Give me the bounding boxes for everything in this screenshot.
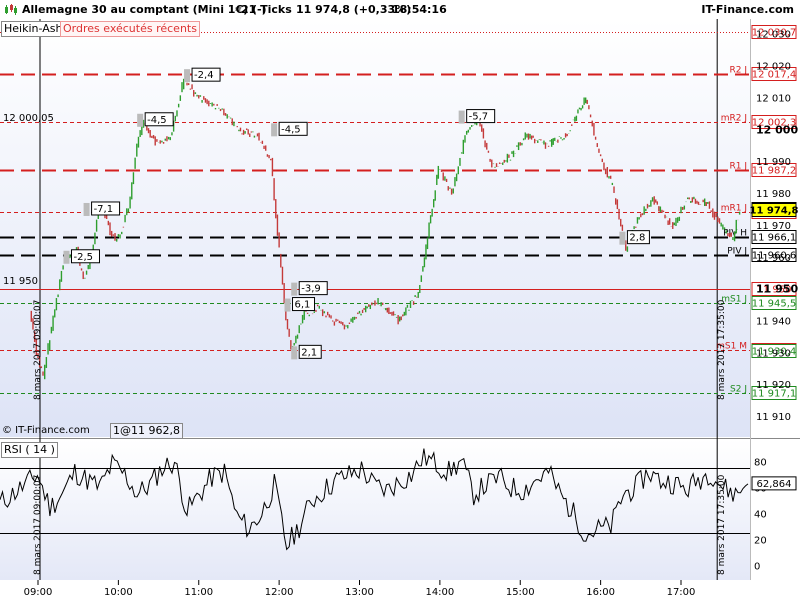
trade-annotation: -2,5 — [63, 249, 100, 264]
level-label-12000: 12 000,05 — [3, 113, 54, 124]
level-price-value: 11 945,5 — [752, 299, 797, 310]
y-tick-label: 11 970 — [756, 221, 791, 232]
level-price-tag: 11 945,5 — [751, 296, 797, 310]
cursor-readout: 1@11 962,8 — [110, 423, 183, 439]
rsi-panel-bg — [0, 440, 750, 580]
y-tick-label: 11 990 — [756, 157, 791, 168]
annotation-text: -2,5 — [73, 252, 93, 263]
annotation-text: -4,5 — [147, 115, 167, 126]
level-name: S2 J — [730, 385, 747, 395]
trading-chart: Allemagne 30 au comptant (Mini 1€) (-) 2… — [0, 0, 800, 600]
annotation-marker — [83, 202, 90, 216]
annotation-text: -5,7 — [469, 112, 489, 123]
annotation-marker — [271, 123, 278, 137]
annotation-marker — [458, 110, 465, 124]
y-tick-label: 12 030 — [756, 30, 791, 41]
vertical-date-label: 8 mars 2017 09:00:07 — [33, 300, 43, 400]
chart-canvas: R2 JmR2 JR1 JmR1 JPIV HPIV JmS1 JmS1 MS2… — [0, 19, 800, 598]
y-tick-label: 11 960 — [756, 253, 791, 264]
level-label-11950: 11 950 — [3, 276, 38, 287]
level-price-tag: 11 966,1 — [751, 230, 797, 244]
y-tick-label: 11 950 — [756, 283, 798, 296]
recent-orders-label[interactable]: Ordres exécutés récents — [60, 21, 200, 37]
rsi-tick-label: 0 — [754, 562, 760, 573]
level-name: mR2 J — [721, 114, 747, 124]
y-tick-label: 12 000 — [756, 123, 798, 136]
y-tick-label: 11 920 — [756, 380, 791, 391]
y-tick-label: 12 020 — [756, 62, 791, 73]
annotation-marker — [619, 231, 626, 245]
trade-annotation: -7,1 — [83, 201, 121, 216]
level-name: R2 J — [730, 66, 748, 76]
level-price-value: 11 966,1 — [752, 233, 797, 244]
annotation-text: -2,4 — [194, 70, 214, 81]
annotation-text: -7,1 — [94, 204, 114, 215]
price-axis: 12 017,412 002,311 987,211 973,911 966,1… — [749, 25, 799, 423]
rsi-tick-label: 40 — [754, 510, 767, 521]
annotation-text: -4,5 — [281, 124, 301, 135]
y-tick-label: 12 010 — [756, 93, 791, 104]
vertical-date-label: 8 mars 2017 17:35:00 — [717, 299, 727, 400]
annotation-marker — [291, 282, 298, 296]
trade-annotation: 6,1 — [284, 297, 316, 312]
price-panel-bg — [0, 19, 750, 437]
x-tick-label: 10:00 — [104, 587, 133, 598]
rsi-current-value: 62,864 — [757, 479, 792, 490]
current-price-tag: 11 974,8 — [749, 203, 799, 217]
rsi-label[interactable]: RSI ( 14 ) — [1, 442, 58, 458]
vertical-date-label: 8 mars 2017 09:00:07 — [33, 475, 43, 575]
y-tick-label: 11 980 — [756, 189, 791, 200]
trade-annotation: -4,5 — [271, 121, 308, 137]
x-tick-label: 12:00 — [265, 587, 294, 598]
y-tick-label: 11 940 — [756, 316, 791, 327]
trade-annotation: -4,5 — [137, 112, 174, 127]
annotation-marker — [63, 250, 70, 264]
y-tick-label: 11 930 — [756, 348, 791, 359]
annotation-text: 2,8 — [629, 233, 645, 244]
y-tick-label: 11 910 — [756, 412, 791, 423]
x-tick-label: 15:00 — [506, 587, 535, 598]
annotation-marker — [291, 346, 298, 360]
level-name: mR1 J — [721, 204, 747, 214]
trade-annotation: -5,7 — [458, 109, 496, 124]
rsi-tick-label: 20 — [754, 536, 767, 547]
rsi-axis: 02040608062,864 — [751, 458, 797, 573]
annotation-marker — [184, 69, 191, 83]
x-tick-label: 16:00 — [586, 587, 615, 598]
level-name: PIV J — [727, 247, 747, 257]
annotation-text: 6,1 — [295, 300, 311, 311]
copyright-label: © IT-Finance.com — [2, 425, 90, 436]
annotation-text: -3,9 — [301, 284, 321, 295]
trade-annotation: -3,9 — [291, 281, 328, 296]
trade-annotation: 2,8 — [619, 230, 650, 245]
x-tick-label: 11:00 — [184, 587, 213, 598]
level-name: R1 J — [730, 162, 748, 172]
annotation-marker — [137, 113, 144, 127]
vertical-date-label: 8 mars 2017 17:35:00 — [717, 474, 727, 575]
current-price-value: 11 974,8 — [749, 206, 798, 217]
trade-annotation: 2,1 — [291, 344, 322, 360]
x-tick-label: 13:00 — [345, 587, 374, 598]
rsi-tick-label: 80 — [754, 458, 767, 469]
x-tick-label: 14:00 — [425, 587, 454, 598]
annotation-marker — [284, 298, 291, 312]
x-tick-label: 09:00 — [24, 587, 53, 598]
trade-annotation: -2,4 — [184, 67, 221, 83]
heikin-ashi-label[interactable]: Heikin-Ashi — [1, 21, 69, 37]
x-tick-label: 17:00 — [667, 587, 696, 598]
annotation-text: 2,1 — [301, 347, 317, 358]
